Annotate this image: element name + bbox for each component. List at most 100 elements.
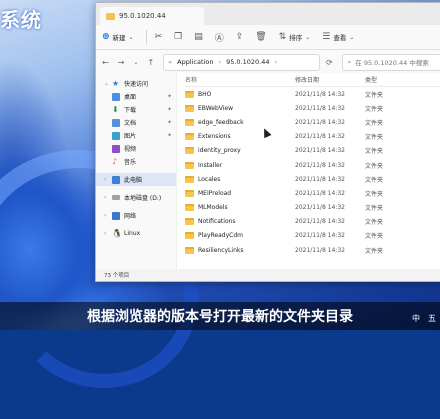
forward-arrow-icon[interactable]: → <box>118 58 125 67</box>
file-row[interactable]: Extensions 2021/11/8 14:32 文件夹 <box>185 130 440 144</box>
breadcrumb-version[interactable]: 95.0.1020.44 <box>226 58 269 66</box>
folder-icon <box>185 133 194 141</box>
file-date: 2021/11/8 14:32 <box>295 204 345 212</box>
folder-icon <box>185 118 194 126</box>
nav-item-videos[interactable]: 视频 <box>96 142 176 155</box>
nav-local-disk[interactable]: › 本地磁盘 (D:) <box>96 191 176 204</box>
file-row[interactable]: PlayReadyCdm 2021/11/8 14:32 文件夹 <box>185 229 440 243</box>
refresh-icon[interactable]: ⟳ <box>326 58 333 67</box>
folder-icon <box>185 161 194 169</box>
file-name: MEIPreload <box>198 189 232 197</box>
copy-icon: ❐ <box>174 32 183 42</box>
file-row[interactable]: Locales 2021/11/8 14:32 文件夹 <box>185 172 440 186</box>
file-name-cell: EBWebView <box>185 104 295 112</box>
file-row[interactable]: BHO 2021/11/8 14:32 文件夹 <box>185 87 440 101</box>
file-row[interactable]: edge_feedback 2021/11/8 14:32 文件夹 <box>185 115 440 129</box>
path-separator-icon: › <box>218 58 222 66</box>
chevron-right-icon: › <box>104 212 107 219</box>
column-header-type[interactable]: 类型 <box>365 75 405 84</box>
file-row[interactable]: EBWebView 2021/11/8 14:32 文件夹 <box>185 101 440 115</box>
explorer-body: ⌄ ★ 快速访问 桌面 ✦ ⬇ 下载 ✦ 文档 ✦ 图片 ✦ 视频 ♪ 音乐 ›… <box>96 73 440 269</box>
column-header-name[interactable]: 名称 <box>185 75 295 84</box>
nav-label: 此电脑 <box>124 177 143 184</box>
file-list: 名称 修改日期 类型 BHO 2021/11/8 14:32 文件夹 EBWebVie… <box>177 73 440 269</box>
drive-icon <box>112 195 120 200</box>
folder-icon <box>185 104 194 112</box>
file-row[interactable]: Notifications 2021/11/8 14:32 文件夹 <box>185 215 440 229</box>
file-date: 2021/11/8 14:32 <box>295 189 345 197</box>
nav-label: 本地磁盘 (D:) <box>124 195 162 202</box>
file-name: Extensions <box>198 133 231 141</box>
document-icon <box>112 118 120 127</box>
file-name-cell: ResiliencyLinks <box>185 246 295 254</box>
chevron-down-icon: ⌄ <box>349 33 355 41</box>
file-date: 2021/11/8 14:32 <box>295 218 345 226</box>
navigation-pane: ⌄ ★ 快速访问 桌面 ✦ ⬇ 下载 ✦ 文档 ✦ 图片 ✦ 视频 ♪ 音乐 ›… <box>96 73 177 269</box>
nav-label: Linux <box>124 230 141 237</box>
search-icon: ⌕ <box>347 57 352 66</box>
paste-icon: ▤ <box>194 32 203 42</box>
linux-penguin-icon: 🐧 <box>112 228 122 238</box>
file-row[interactable]: MLModels 2021/11/8 14:32 文件夹 <box>185 201 440 215</box>
search-input[interactable]: ⌕ 在 95.0.1020.44 中搜索 <box>341 53 440 71</box>
file-name-cell: Installer <box>185 161 295 169</box>
chevron-right-icon: › <box>104 176 107 183</box>
paste-button[interactable]: ▤ <box>194 32 206 42</box>
pin-icon: ✦ <box>166 93 172 100</box>
file-row[interactable]: MEIPreload 2021/11/8 14:32 文件夹 <box>185 186 440 200</box>
computer-icon <box>112 175 120 184</box>
nav-item-desktop[interactable]: 桌面 ✦ <box>96 90 176 103</box>
nav-linux[interactable]: › 🐧 Linux <box>96 227 176 240</box>
new-label: 新建 <box>112 34 126 42</box>
sort-label: 排序 <box>289 34 303 42</box>
command-bar: ⊕ 新建 ⌄ ✂ ❐ ▤ Ⓐ ⇪ 🗑 ⇅ 排序 ⌄ ☰ 查看 ⌄ <box>96 25 440 50</box>
column-header-modified[interactable]: 修改日期 <box>295 75 365 84</box>
file-name: Notifications <box>198 218 236 226</box>
file-row[interactable]: ResiliencyLinks 2021/11/8 14:32 文件夹 <box>185 243 440 257</box>
nav-quick-access[interactable]: ⌄ ★ 快速访问 <box>96 77 176 90</box>
back-arrow-icon[interactable]: ← <box>102 58 109 67</box>
file-type: 文件夹 <box>365 247 384 255</box>
sort-button[interactable]: ⇅ 排序 ⌄ <box>279 32 314 42</box>
nav-label: 文档 <box>124 120 137 127</box>
delete-button[interactable]: 🗑 <box>255 32 269 42</box>
file-name-cell: Locales <box>185 175 295 183</box>
nav-item-downloads[interactable]: ⬇ 下载 ✦ <box>96 103 176 116</box>
share-button[interactable]: ⇪ <box>236 32 247 42</box>
rename-button[interactable]: Ⓐ <box>215 31 227 44</box>
nav-item-music[interactable]: ♪ 音乐 <box>96 155 176 168</box>
new-button[interactable]: ⊕ 新建 ⌄ <box>102 32 137 42</box>
file-type: 文件夹 <box>365 205 384 213</box>
file-row[interactable]: identity_proxy 2021/11/8 14:32 文件夹 <box>185 144 440 158</box>
chevron-right-icon: › <box>104 194 107 201</box>
copy-button[interactable]: ❐ <box>174 32 185 42</box>
nav-network[interactable]: › 网络 <box>96 209 176 222</box>
address-bar[interactable]: « Application › 95.0.1020.44 › <box>163 53 320 71</box>
explorer-tab[interactable]: 95.0.1020.44 <box>100 7 204 25</box>
path-separator-icon: › <box>274 58 278 66</box>
file-row[interactable]: Installer 2021/11/8 14:32 文件夹 <box>185 158 440 172</box>
nav-item-documents[interactable]: 文档 ✦ <box>96 116 176 129</box>
file-name: identity_proxy <box>198 147 241 155</box>
system-tray: 中 五 <box>412 313 436 324</box>
weekday-indicator: 五 <box>428 314 436 323</box>
file-name: MLModels <box>198 204 228 212</box>
column-header-row: 名称 修改日期 类型 <box>185 73 440 87</box>
nav-item-pictures[interactable]: 图片 ✦ <box>96 129 176 142</box>
path-separator-icon: « <box>168 58 173 66</box>
file-name: PlayReadyCdm <box>198 232 243 240</box>
history-chevron-icon[interactable]: ⌄ <box>133 59 138 66</box>
file-name-cell: Extensions <box>185 133 295 141</box>
network-icon <box>112 211 120 220</box>
nav-label: 快速访问 <box>124 81 149 88</box>
nav-this-pc[interactable]: › 此电脑 <box>96 173 176 186</box>
breadcrumb-application[interactable]: Application <box>177 58 213 66</box>
view-button[interactable]: ☰ 查看 ⌄ <box>322 32 357 42</box>
file-type: 文件夹 <box>365 233 384 241</box>
cut-button[interactable]: ✂ <box>155 32 166 42</box>
nav-label: 桌面 <box>124 94 137 101</box>
ime-indicator[interactable]: 中 <box>412 313 420 324</box>
up-arrow-icon[interactable]: ↑ <box>147 58 154 67</box>
share-icon: ⇪ <box>235 32 244 42</box>
file-name-cell: PlayReadyCdm <box>185 232 295 240</box>
